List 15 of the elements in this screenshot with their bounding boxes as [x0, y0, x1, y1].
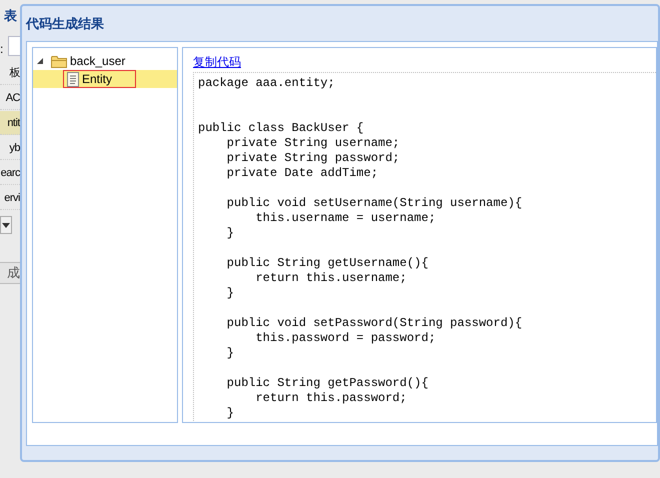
panel-title: 表 [4, 7, 17, 25]
code-block: package aaa.entity; public class BackUser { private String username; private String password; private Date addTime; public void setUsername(String username){ this.username = username; } public String getUsername(){ return this.username; } public void setPassword(String password){ this.password = password; } public String getPassword(){ return this.password; } [193, 72, 656, 421]
list-item[interactable]: ntit [0, 111, 20, 135]
document-icon [67, 72, 79, 86]
tree-row[interactable]: back_user [33, 52, 177, 70]
folder-icon [51, 54, 67, 68]
copy-code-link[interactable]: 复制代码 [193, 55, 241, 69]
dialog-title: 代码生成结果 [24, 15, 105, 33]
file-node[interactable]: Entity [63, 70, 136, 88]
caret-icon [2, 222, 10, 228]
generate-button[interactable]: 成 [0, 262, 20, 284]
folder-node[interactable]: back_user [47, 52, 150, 70]
field-label: : [0, 41, 4, 58]
tree-row[interactable]: Entity [33, 70, 177, 88]
dropdown-button[interactable] [0, 216, 12, 234]
